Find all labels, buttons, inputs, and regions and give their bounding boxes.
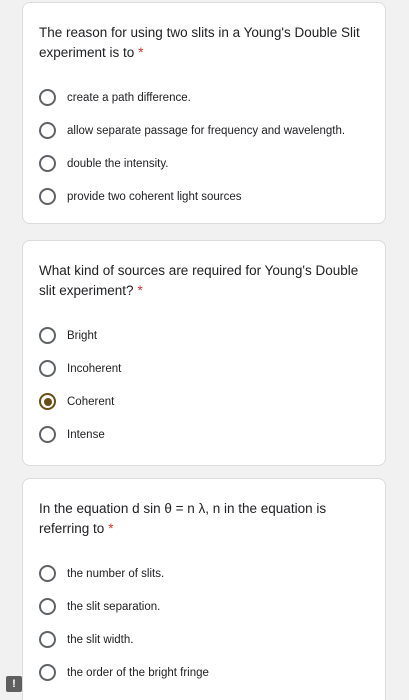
option-label: provide two coherent light sources — [67, 190, 242, 203]
option-label: the slit width. — [67, 633, 134, 646]
radio-button-icon[interactable] — [39, 327, 56, 344]
option-allow-separate-passage[interactable]: allow separate passage for frequency and… — [39, 114, 369, 147]
radio-group: create a path difference. allow separate… — [39, 81, 369, 213]
radio-button-checked-icon[interactable] — [39, 393, 56, 410]
option-coherent[interactable]: Coherent — [39, 385, 369, 418]
radio-dot-icon — [43, 397, 52, 406]
option-label: the slit separation. — [67, 600, 161, 613]
radio-button-icon[interactable] — [39, 155, 56, 172]
question-text: The reason for using two slits in a Youn… — [39, 25, 360, 60]
radio-button-icon[interactable] — [39, 631, 56, 648]
radio-group: Bright Incoherent Coherent Intense — [39, 319, 369, 451]
radio-button-icon[interactable] — [39, 188, 56, 205]
option-label: create a path difference. — [67, 91, 191, 104]
option-label: the number of slits. — [67, 567, 165, 580]
option-slit-width[interactable]: the slit width. — [39, 623, 369, 656]
option-label: Coherent — [67, 395, 115, 408]
question-card-2: What kind of sources are required for Yo… — [22, 240, 386, 466]
option-double-intensity[interactable]: double the intensity. — [39, 147, 369, 180]
option-bright[interactable]: Bright — [39, 319, 369, 352]
option-incoherent[interactable]: Incoherent — [39, 352, 369, 385]
radio-button-icon[interactable] — [39, 122, 56, 139]
option-label: the order of the bright fringe — [67, 666, 209, 679]
required-asterisk: * — [138, 45, 144, 60]
radio-group: the number of slits. the slit separation… — [39, 557, 369, 689]
report-issue-button[interactable]: ! — [6, 676, 22, 692]
radio-button-icon[interactable] — [39, 664, 56, 681]
radio-button-icon[interactable] — [39, 426, 56, 443]
option-label: Bright — [67, 329, 98, 342]
option-label: allow separate passage for frequency and… — [67, 124, 346, 137]
option-label: Intense — [67, 428, 105, 441]
question-text: In the equation d sin θ = n λ, n in the … — [39, 501, 327, 536]
question-card-1: The reason for using two slits in a Youn… — [22, 2, 386, 224]
radio-button-icon[interactable] — [39, 89, 56, 106]
option-label: Incoherent — [67, 362, 122, 375]
option-label: double the intensity. — [67, 157, 169, 170]
radio-button-icon[interactable] — [39, 565, 56, 582]
required-asterisk: * — [108, 521, 114, 536]
form-page: The reason for using two slits in a Youn… — [0, 0, 409, 700]
option-two-coherent-sources[interactable]: provide two coherent light sources — [39, 180, 369, 213]
question-title: In the equation d sin θ = n λ, n in the … — [39, 479, 369, 539]
option-create-path-difference[interactable]: create a path difference. — [39, 81, 369, 114]
radio-button-icon[interactable] — [39, 598, 56, 615]
question-title: What kind of sources are required for Yo… — [39, 241, 369, 301]
required-asterisk: * — [137, 283, 143, 298]
option-intense[interactable]: Intense — [39, 418, 369, 451]
option-order-bright-fringe[interactable]: the order of the bright fringe — [39, 656, 369, 689]
option-number-of-slits[interactable]: the number of slits. — [39, 557, 369, 590]
option-slit-separation[interactable]: the slit separation. — [39, 590, 369, 623]
radio-button-icon[interactable] — [39, 360, 56, 377]
question-text: What kind of sources are required for Yo… — [39, 263, 359, 298]
question-card-3: In the equation d sin θ = n λ, n in the … — [22, 478, 386, 700]
question-title: The reason for using two slits in a Youn… — [39, 3, 369, 63]
